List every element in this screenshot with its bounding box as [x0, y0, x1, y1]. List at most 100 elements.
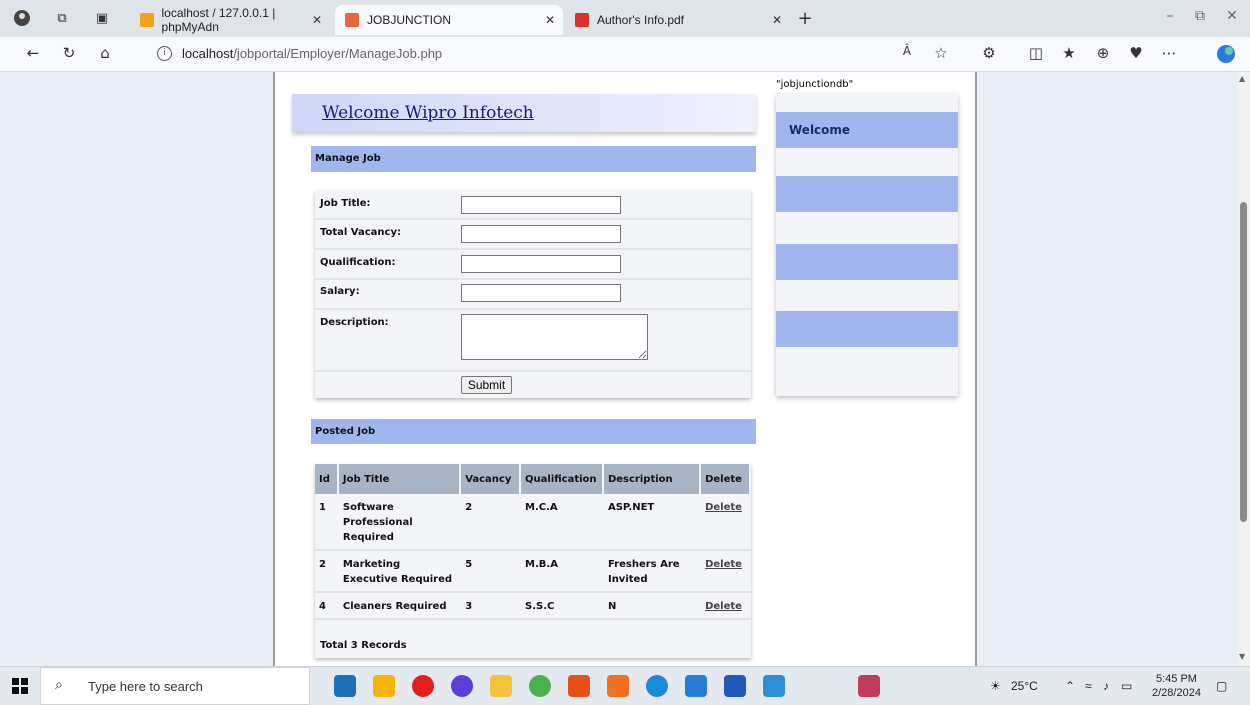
- taskbar-search-box[interactable]: ⌕ Type here to search: [40, 667, 310, 705]
- favorites-icon[interactable]: ★: [1058, 44, 1080, 64]
- battery-icon[interactable]: ▭: [1121, 679, 1132, 693]
- tab-phpmyadmin[interactable]: localhost / 127.0.0.1 | phpMyAdn ✕: [130, 5, 330, 35]
- new-tab-icon[interactable]: +: [795, 8, 815, 29]
- sidebar-item-welcome[interactable]: Welcome: [776, 112, 958, 148]
- cell-vacancy: 5: [460, 550, 522, 593]
- form-row-description: Description:: [315, 310, 751, 372]
- close-icon[interactable]: ✕: [772, 13, 782, 27]
- address-bar[interactable]: localhost/jobportal/Employer/ManageJob.p…: [182, 46, 442, 61]
- taskbar-clock[interactable]: 5:45 PM 2/28/2024: [1152, 672, 1201, 700]
- profile-icon[interactable]: [12, 8, 32, 28]
- close-icon[interactable]: ✕: [312, 13, 322, 27]
- workspaces-icon[interactable]: ⧉: [52, 8, 72, 28]
- welcome-header: Welcome Wipro Infotech: [292, 94, 756, 132]
- browser-essentials-icon[interactable]: ♥: [1125, 44, 1147, 64]
- description-textarea[interactable]: [461, 314, 648, 360]
- delete-link[interactable]: Delete: [705, 559, 742, 570]
- sticky-notes-app-icon[interactable]: [373, 675, 395, 697]
- submit-button[interactable]: Submit: [461, 376, 512, 394]
- manage-job-header: Manage Job: [311, 146, 756, 172]
- cell-description: Freshers Are Invited: [602, 550, 702, 593]
- minimize-icon[interactable]: –: [1155, 8, 1185, 24]
- table-header-row: Id Job Title Vacancy Qualification Descr…: [315, 464, 751, 494]
- more-options-icon[interactable]: ⋯: [1158, 44, 1180, 64]
- cell-vacancy: 3: [460, 592, 522, 620]
- sidebar-item-3[interactable]: [776, 244, 958, 280]
- total-records-text: Total 3 Records: [320, 640, 407, 651]
- browser-tab-strip: ⧉ ▣ localhost / 127.0.0.1 | phpMyAdn ✕ J…: [0, 0, 1250, 37]
- edge-app-icon[interactable]: [646, 675, 668, 697]
- vlc-app-icon[interactable]: [568, 675, 590, 697]
- extensions-icon[interactable]: ⚙: [978, 44, 1000, 64]
- split-screen-icon[interactable]: ◫: [1025, 44, 1047, 64]
- vscode-app-icon[interactable]: [763, 675, 785, 697]
- network-icon[interactable]: ≈: [1085, 679, 1092, 693]
- favorite-star-icon[interactable]: ☆: [930, 44, 952, 64]
- home-icon[interactable]: ⌂: [94, 44, 116, 64]
- chrome-app-icon[interactable]: [529, 675, 551, 697]
- table-row: 1 Software Professional Required 2 M.C.A…: [315, 494, 751, 551]
- description-label: Description:: [320, 317, 389, 328]
- pdf-favicon-icon: [575, 13, 589, 27]
- photos-app-icon[interactable]: [685, 675, 707, 697]
- show-hidden-icons-icon[interactable]: ⌃: [1065, 679, 1075, 693]
- form-row-salary: Salary:: [315, 280, 751, 310]
- clock-time: 5:45 PM: [1155, 673, 1197, 685]
- read-aloud-icon[interactable]: Â: [896, 44, 918, 64]
- posted-job-table: Id Job Title Vacancy Qualification Descr…: [315, 464, 751, 620]
- tab-title: JOBJUNCTION: [367, 13, 451, 27]
- notifications-icon[interactable]: ▢: [1216, 679, 1227, 693]
- back-icon[interactable]: ←: [22, 44, 44, 64]
- sidebar-item-2[interactable]: [776, 176, 958, 212]
- posted-job-panel: Id Job Title Vacancy Qualification Descr…: [315, 464, 751, 658]
- cell-qualification: M.C.A: [520, 494, 604, 551]
- scroll-up-icon[interactable]: ▲: [1239, 74, 1245, 83]
- windows-start-icon[interactable]: [10, 676, 30, 696]
- column-header-vacancy: Vacancy: [460, 464, 522, 494]
- restore-icon[interactable]: ⧉: [1185, 8, 1215, 24]
- manage-job-form: Job Title: Total Vacancy: Qualification:…: [315, 190, 751, 398]
- cell-id: 4: [315, 592, 339, 620]
- pinned-app-icon[interactable]: [858, 675, 880, 697]
- cell-description: N: [602, 592, 702, 620]
- cell-qualification: M.B.A: [520, 550, 604, 593]
- phpmyadmin-favicon-icon: [140, 13, 154, 27]
- volume-icon[interactable]: ♪: [1103, 679, 1109, 693]
- tab-actions-icon[interactable]: ▣: [92, 8, 112, 28]
- tab-jobjunction[interactable]: JOBJUNCTION ✕: [335, 5, 563, 35]
- word-app-icon[interactable]: [724, 675, 746, 697]
- salary-input[interactable]: [461, 284, 621, 302]
- qualification-input[interactable]: [461, 255, 621, 273]
- scrollbar-thumb[interactable]: [1240, 202, 1247, 522]
- mail-app-icon[interactable]: [334, 675, 356, 697]
- xampp-app-icon[interactable]: [607, 675, 629, 697]
- total-vacancy-input[interactable]: [461, 225, 621, 243]
- media-app-icon[interactable]: [451, 675, 473, 697]
- tab-authors-info-pdf[interactable]: Author's Info.pdf ✕: [565, 5, 790, 35]
- cell-job-title: Software Professional Required: [337, 494, 462, 551]
- welcome-title[interactable]: Welcome Wipro Infotech: [322, 103, 534, 123]
- site-info-icon[interactable]: i: [157, 46, 172, 61]
- cell-id: 1: [315, 494, 339, 551]
- sidebar-item-4[interactable]: [776, 311, 958, 347]
- vertical-scrollbar[interactable]: ▲ ▼: [1237, 72, 1250, 666]
- job-title-input[interactable]: [461, 196, 621, 214]
- file-explorer-app-icon[interactable]: [490, 675, 512, 697]
- cell-qualification: S.S.C: [520, 592, 604, 620]
- copilot-icon[interactable]: [1215, 44, 1237, 64]
- form-row-qualification: Qualification:: [315, 250, 751, 280]
- collections-icon[interactable]: ⊕: [1092, 44, 1114, 64]
- form-row-total-vacancy: Total Vacancy:: [315, 220, 751, 250]
- delete-link[interactable]: Delete: [705, 601, 742, 612]
- scroll-down-icon[interactable]: ▼: [1239, 652, 1245, 661]
- refresh-icon[interactable]: ↻: [58, 44, 80, 64]
- close-icon[interactable]: ✕: [545, 13, 555, 27]
- table-row: 4 Cleaners Required 3 S.S.C N Delete: [315, 592, 751, 620]
- close-window-icon[interactable]: ✕: [1217, 8, 1247, 24]
- weather-icon[interactable]: ☀: [990, 679, 1001, 693]
- delete-link[interactable]: Delete: [705, 502, 742, 513]
- temperature-text[interactable]: 25°C: [1011, 679, 1038, 693]
- cell-delete: Delete: [700, 592, 751, 620]
- opera-app-icon[interactable]: [412, 675, 434, 697]
- page-viewport: "jobjunctiondb" Welcome Wipro Infotech M…: [0, 72, 1237, 666]
